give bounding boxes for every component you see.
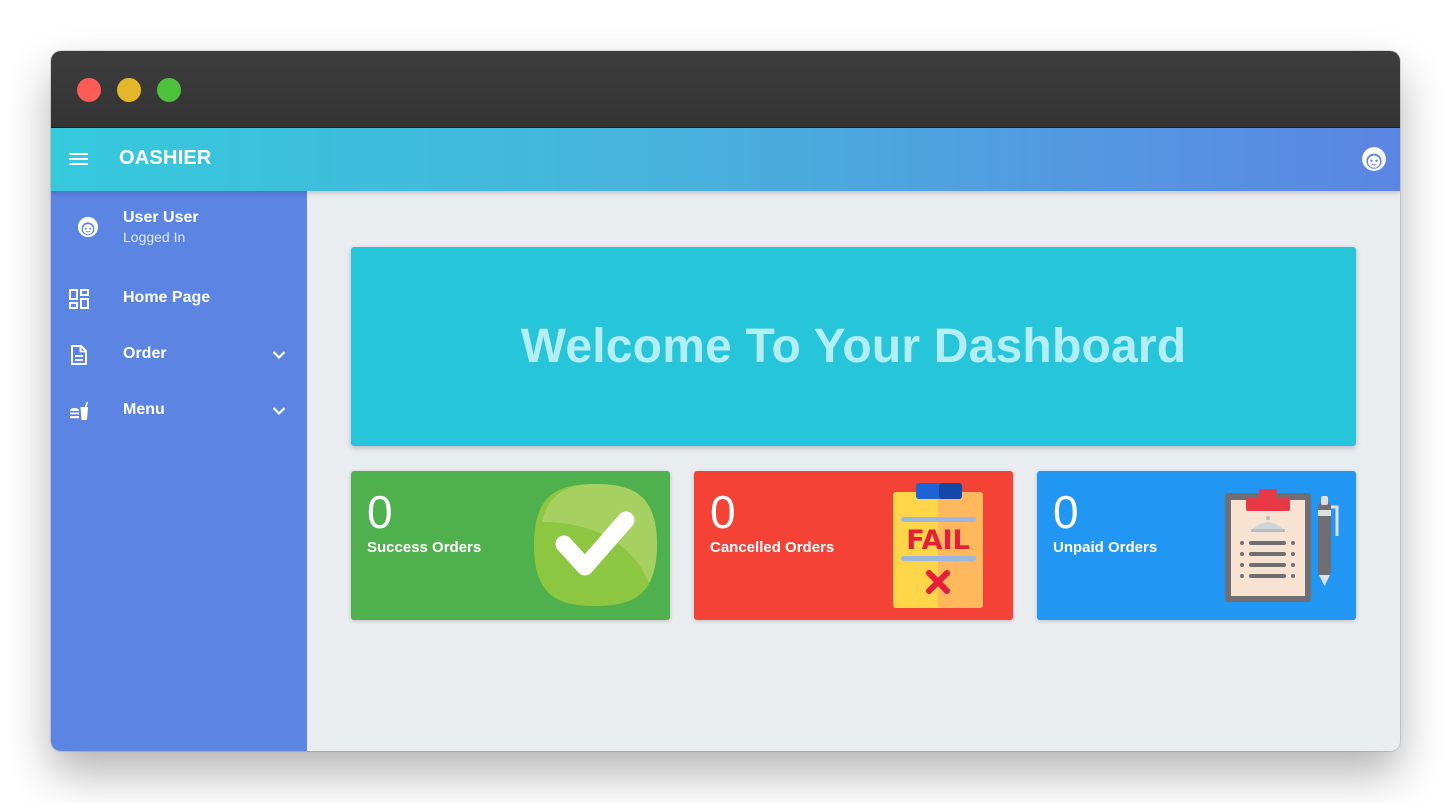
sidebar-item-menu[interactable]: Menu	[51, 387, 307, 435]
user-status: Logged In	[123, 229, 186, 245]
unpaid-orders-card[interactable]: 0 Unpaid Orders	[1037, 471, 1356, 620]
sidebar-item-home-page[interactable]: Home Page	[51, 275, 307, 323]
window-maximize-button[interactable]	[157, 78, 181, 102]
document-icon	[71, 345, 87, 365]
user-name: User User	[123, 209, 199, 226]
window-minimize-button[interactable]	[117, 78, 141, 102]
fastfood-icon	[70, 401, 89, 420]
main-content: Welcome To Your Dashboard 0 Success Orde…	[307, 191, 1400, 751]
user-avatar-icon	[77, 216, 99, 238]
window-close-button[interactable]	[77, 78, 101, 102]
cancelled-orders-count: 0	[710, 486, 736, 538]
success-orders-card[interactable]: 0 Success Orders	[351, 471, 670, 620]
sidebar: User User Logged In Home Page Order Menu	[51, 191, 307, 751]
app-title: OASHIER	[119, 147, 212, 169]
checkmark-badge-icon	[534, 484, 657, 606]
app-window: OASHIER User User Logged In Home Page Or…	[51, 51, 1400, 751]
order-clipboard-pen-icon	[1225, 489, 1339, 602]
sidebar-item-label: Menu	[123, 401, 165, 418]
chevron-down-icon[interactable]	[271, 347, 287, 363]
chevron-down-icon[interactable]	[271, 403, 287, 419]
success-orders-label: Success Orders	[367, 539, 482, 556]
success-orders-count: 0	[367, 486, 393, 538]
banner-title: Welcome To Your Dashboard	[520, 320, 1187, 373]
sidebar-item-label: Order	[123, 345, 167, 362]
hamburger-menu-icon[interactable]	[68, 150, 90, 168]
sidebar-item-label: Home Page	[123, 289, 211, 306]
sidebar-item-order[interactable]: Order	[51, 331, 307, 379]
welcome-banner: Welcome To Your Dashboard	[351, 247, 1356, 446]
face-avatar-icon[interactable]	[1361, 146, 1387, 172]
dashboard-icon	[69, 289, 89, 309]
unpaid-orders-label: Unpaid Orders	[1053, 539, 1158, 556]
fail-clipboard-icon: FAIL	[893, 483, 983, 608]
window-titlebar	[51, 51, 1400, 128]
svg-text:FAIL: FAIL	[906, 525, 970, 556]
top-app-bar: OASHIER	[51, 128, 1400, 191]
cancelled-orders-card[interactable]: 0 Cancelled Orders FAIL	[694, 471, 1013, 620]
unpaid-orders-count: 0	[1053, 486, 1079, 538]
cancelled-orders-label: Cancelled Orders	[710, 539, 835, 556]
